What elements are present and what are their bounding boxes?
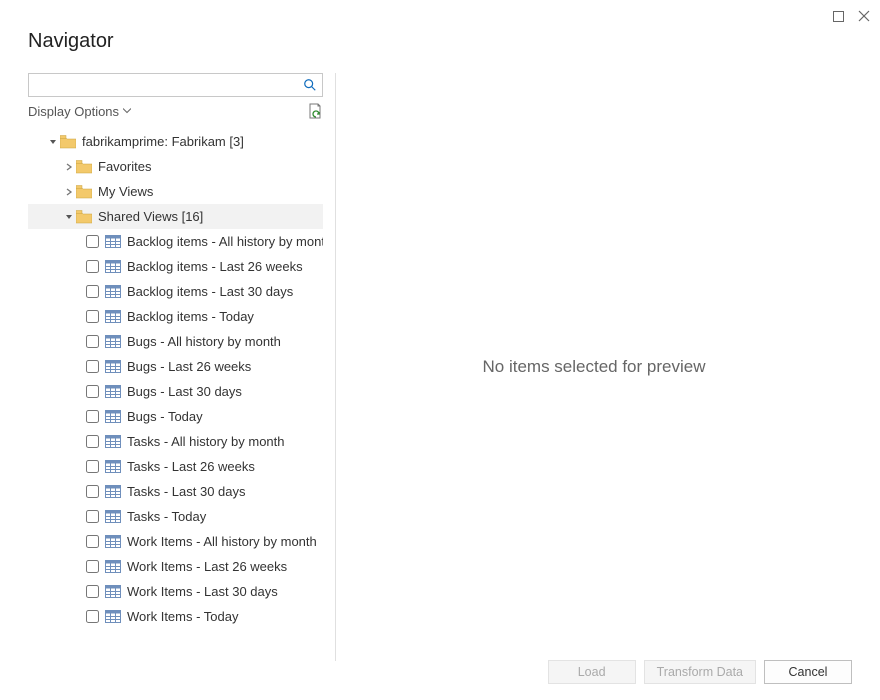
preview-pane: No items selected for preview	[336, 73, 852, 661]
cancel-button[interactable]: Cancel	[764, 660, 852, 684]
table-icon	[105, 360, 121, 373]
tree-item-checkbox[interactable]	[86, 285, 99, 298]
display-options-label: Display Options	[28, 104, 119, 119]
navigator-tree: fabrikamprime: Fabrikam [3] Favorites	[28, 129, 323, 661]
tree-node-label: Favorites	[98, 159, 151, 174]
tree-item-checkbox[interactable]	[86, 410, 99, 423]
tree-item-label: Tasks - Today	[127, 509, 206, 524]
search-icon[interactable]	[303, 78, 317, 92]
maximize-icon[interactable]	[826, 4, 850, 28]
tree-item-checkbox[interactable]	[86, 360, 99, 373]
tree-item-checkbox[interactable]	[86, 510, 99, 523]
table-icon	[105, 435, 121, 448]
table-icon	[105, 585, 121, 598]
transform-data-button[interactable]: Transform Data	[644, 660, 756, 684]
preview-empty-text: No items selected for preview	[483, 357, 706, 377]
table-icon	[105, 335, 121, 348]
tree-item-label: Tasks - Last 26 weeks	[127, 459, 255, 474]
tree-item-checkbox[interactable]	[86, 260, 99, 273]
tree-item[interactable]: Tasks - Today	[28, 504, 323, 529]
tree-item[interactable]: Work Items - Last 26 weeks	[28, 554, 323, 579]
display-options-dropdown[interactable]: Display Options	[28, 104, 131, 119]
table-icon	[105, 560, 121, 573]
tree-item-label: Work Items - Last 26 weeks	[127, 559, 287, 574]
tree-item-checkbox[interactable]	[86, 585, 99, 598]
tree-item[interactable]: Backlog items - Last 30 days	[28, 279, 323, 304]
tree-item[interactable]: Work Items - Today	[28, 604, 323, 629]
search-input[interactable]	[28, 73, 323, 97]
tree-item[interactable]: Bugs - All history by month	[28, 329, 323, 354]
tree-item-label: Tasks - Last 30 days	[127, 484, 246, 499]
table-icon	[105, 510, 121, 523]
tree-item-label: Backlog items - Last 26 weeks	[127, 259, 303, 274]
tree-node-label: My Views	[98, 184, 153, 199]
table-icon	[105, 385, 121, 398]
refresh-icon[interactable]	[307, 103, 323, 119]
tree-item-checkbox[interactable]	[86, 435, 99, 448]
tree-item[interactable]: Backlog items - Today	[28, 304, 323, 329]
tree-item[interactable]: Bugs - Today	[28, 404, 323, 429]
dialog-header: Navigator	[0, 30, 880, 53]
folder-icon	[76, 185, 92, 199]
table-icon	[105, 535, 121, 548]
tree-item-label: Backlog items - Last 30 days	[127, 284, 293, 299]
table-icon	[105, 610, 121, 623]
tree-item-checkbox[interactable]	[86, 485, 99, 498]
tree-item-label: Bugs - Today	[127, 409, 203, 424]
tree-item[interactable]: Work Items - All history by month	[28, 529, 323, 554]
tree-item[interactable]: Work Items - Last 30 days	[28, 579, 323, 604]
chevron-right-icon[interactable]	[62, 163, 76, 171]
table-icon	[105, 235, 121, 248]
tree-node-label: fabrikamprime: Fabrikam [3]	[82, 134, 244, 149]
dialog-title: Navigator	[28, 30, 852, 53]
tree-item[interactable]: Tasks - Last 26 weeks	[28, 454, 323, 479]
tree-item[interactable]: Bugs - Last 26 weeks	[28, 354, 323, 379]
close-icon[interactable]	[852, 4, 876, 28]
tree-item[interactable]: Tasks - Last 30 days	[28, 479, 323, 504]
tree-item-label: Tasks - All history by month	[127, 434, 285, 449]
tree-item-checkbox[interactable]	[86, 385, 99, 398]
tree-item-checkbox[interactable]	[86, 610, 99, 623]
navigator-tree-pane: Display Options	[28, 73, 336, 661]
tree-item-label: Work Items - Today	[127, 609, 239, 624]
load-button[interactable]: Load	[548, 660, 636, 684]
table-icon	[105, 310, 121, 323]
chevron-down-icon[interactable]	[46, 138, 60, 146]
tree-item[interactable]: Tasks - All history by month	[28, 429, 323, 454]
dialog-footer: Load Transform Data Cancel	[548, 660, 852, 684]
tree-item-label: Work Items - All history by month	[127, 534, 317, 549]
chevron-right-icon[interactable]	[62, 188, 76, 196]
table-icon	[105, 460, 121, 473]
table-icon	[105, 410, 121, 423]
tree-item-label: Bugs - All history by month	[127, 334, 281, 349]
tree-item-checkbox[interactable]	[86, 560, 99, 573]
tree-item-label: Bugs - Last 26 weeks	[127, 359, 251, 374]
tree-item-checkbox[interactable]	[86, 310, 99, 323]
tree-sharedviews-node[interactable]: Shared Views [16]	[28, 204, 323, 229]
chevron-down-icon	[123, 108, 131, 114]
tree-item-checkbox[interactable]	[86, 460, 99, 473]
folder-icon	[76, 160, 92, 174]
tree-item-checkbox[interactable]	[86, 535, 99, 548]
table-icon	[105, 260, 121, 273]
tree-item-label: Backlog items - Today	[127, 309, 254, 324]
tree-item[interactable]: Backlog items - All history by month	[28, 229, 323, 254]
folder-icon	[60, 135, 76, 149]
tree-item-label: Bugs - Last 30 days	[127, 384, 242, 399]
tree-favorites-node[interactable]: Favorites	[28, 154, 323, 179]
tree-item[interactable]: Backlog items - Last 26 weeks	[28, 254, 323, 279]
folder-icon	[76, 210, 92, 224]
tree-item[interactable]: Bugs - Last 30 days	[28, 379, 323, 404]
tree-myviews-node[interactable]: My Views	[28, 179, 323, 204]
tree-node-label: Shared Views [16]	[98, 209, 203, 224]
table-icon	[105, 485, 121, 498]
window-titlebar	[0, 0, 880, 32]
tree-item-label: Work Items - Last 30 days	[127, 584, 278, 599]
tree-item-checkbox[interactable]	[86, 335, 99, 348]
chevron-down-icon[interactable]	[62, 213, 76, 221]
table-icon	[105, 285, 121, 298]
tree-root-node[interactable]: fabrikamprime: Fabrikam [3]	[28, 129, 323, 154]
tree-item-label: Backlog items - All history by month	[127, 234, 323, 249]
tree-item-checkbox[interactable]	[86, 235, 99, 248]
